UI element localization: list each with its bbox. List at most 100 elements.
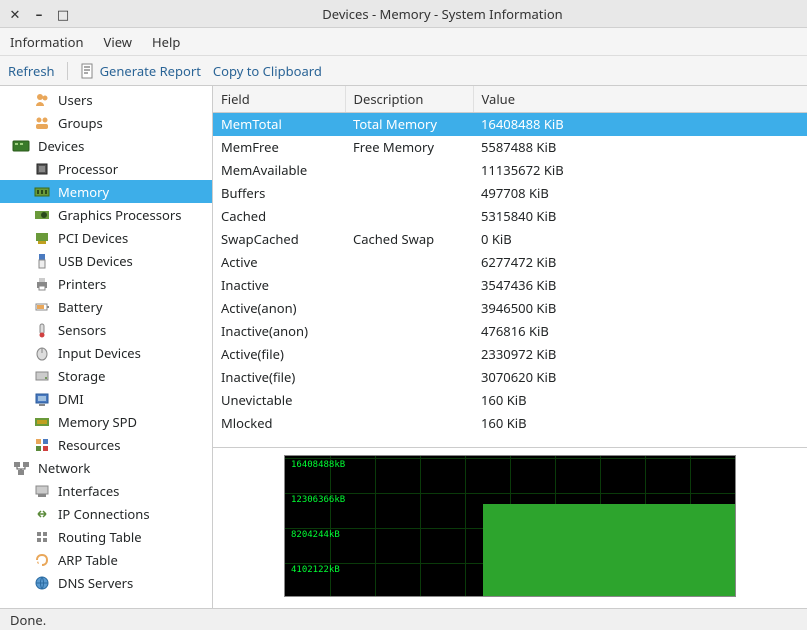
sidebar-item-processor[interactable]: Processor xyxy=(0,157,212,180)
sidebar-item-label: Resources xyxy=(58,436,120,454)
cell-value: 2330972 KiB xyxy=(473,343,807,366)
cell-desc xyxy=(345,182,473,205)
sidebar-item-network[interactable]: Network xyxy=(0,456,212,479)
menu-information[interactable]: Information xyxy=(10,33,84,51)
col-value[interactable]: Value xyxy=(473,86,807,113)
sidebar-item-pci-devices[interactable]: PCI Devices xyxy=(0,226,212,249)
cell-field: Buffers xyxy=(213,182,345,205)
sidebar-item-input-devices[interactable]: Input Devices xyxy=(0,341,212,364)
sidebar-item-devices[interactable]: Devices xyxy=(0,134,212,157)
cell-value: 16408488 KiB xyxy=(473,113,807,136)
sidebar-item-battery[interactable]: Battery xyxy=(0,295,212,318)
storage-icon xyxy=(32,368,52,384)
cell-desc xyxy=(345,205,473,228)
sidebar-item-resources[interactable]: Resources xyxy=(0,433,212,456)
sidebar-item-routing-table[interactable]: Routing Table xyxy=(0,525,212,548)
sidebar-item-printers[interactable]: Printers xyxy=(0,272,212,295)
graph-tick-label: 16408488kB xyxy=(291,460,345,470)
cell-field: Active(anon) xyxy=(213,297,345,320)
table-row[interactable]: Inactive3547436 KiB xyxy=(213,274,807,297)
sidebar-item-label: Input Devices xyxy=(58,344,141,362)
cell-field: MemTotal xyxy=(213,113,345,136)
maximize-icon[interactable]: □ xyxy=(56,7,70,21)
sidebar-item-dmi[interactable]: DMI xyxy=(0,387,212,410)
cell-value: 11135672 KiB xyxy=(473,159,807,182)
content-pane: Field Description Value MemTotalTotal Me… xyxy=(213,86,807,608)
table-row[interactable]: Inactive(anon)476816 KiB xyxy=(213,320,807,343)
cell-value: 5587488 KiB xyxy=(473,136,807,159)
sidebar-item-dns-servers[interactable]: DNS Servers xyxy=(0,571,212,594)
cell-field: Inactive xyxy=(213,274,345,297)
sidebar-item-memory[interactable]: Memory xyxy=(0,180,212,203)
cell-value: 0 KiB xyxy=(473,228,807,251)
sidebar-item-ip-connections[interactable]: IP Connections xyxy=(0,502,212,525)
generate-report-button[interactable]: Generate Report xyxy=(80,62,201,80)
table-row[interactable]: Active(anon)3946500 KiB xyxy=(213,297,807,320)
usb-icon xyxy=(32,253,52,269)
sidebar-item-arp-table[interactable]: ARP Table xyxy=(0,548,212,571)
graph-tick-label: 8204244kB xyxy=(291,530,340,540)
table-row[interactable]: Unevictable160 KiB xyxy=(213,389,807,412)
close-icon[interactable]: ✕ xyxy=(8,7,22,21)
sidebar-item-users[interactable]: Users xyxy=(0,88,212,111)
menu-help[interactable]: Help xyxy=(152,33,180,51)
table-row[interactable]: MemAvailable11135672 KiB xyxy=(213,159,807,182)
generate-report-label: Generate Report xyxy=(100,62,201,80)
sidebar-item-memory-spd[interactable]: Memory SPD xyxy=(0,410,212,433)
resources-icon xyxy=(32,437,52,453)
table-row[interactable]: Active(file)2330972 KiB xyxy=(213,343,807,366)
memory-graph: 16408488kB12306366kB8204244kB4102122kB xyxy=(284,455,736,597)
table-row[interactable]: MemTotalTotal Memory16408488 KiB xyxy=(213,113,807,136)
sidebar-item-interfaces[interactable]: Interfaces xyxy=(0,479,212,502)
cell-field: Inactive(anon) xyxy=(213,320,345,343)
table-row[interactable]: Cached5315840 KiB xyxy=(213,205,807,228)
sidebar-item-sensors[interactable]: Sensors xyxy=(0,318,212,341)
cell-field: Active xyxy=(213,251,345,274)
memory-icon xyxy=(32,184,52,200)
table-row[interactable]: SwapCachedCached Swap0 KiB xyxy=(213,228,807,251)
sidebar-item-label: Groups xyxy=(58,114,103,132)
table-row[interactable]: MemFreeFree Memory5587488 KiB xyxy=(213,136,807,159)
col-description[interactable]: Description xyxy=(345,86,473,113)
cell-value: 160 KiB xyxy=(473,389,807,412)
sidebar-item-label: Memory xyxy=(58,183,109,201)
memory-graph-wrap: 16408488kB12306366kB8204244kB4102122kB xyxy=(213,448,807,608)
sidebar-item-usb-devices[interactable]: USB Devices xyxy=(0,249,212,272)
col-field[interactable]: Field xyxy=(213,86,345,113)
table-row[interactable]: Inactive(file) 3070620 KiB xyxy=(213,366,807,389)
sidebar-item-label: ARP Table xyxy=(58,551,118,569)
sidebar-item-graphics-processors[interactable]: Graphics Processors xyxy=(0,203,212,226)
sidebar-item-groups[interactable]: Groups xyxy=(0,111,212,134)
devices-icon xyxy=(12,138,32,154)
users-icon xyxy=(32,92,52,108)
cell-field: SwapCached xyxy=(213,228,345,251)
graph-tick-label: 12306366kB xyxy=(291,495,345,505)
status-text: Done. xyxy=(10,611,46,629)
gpu-icon xyxy=(32,207,52,223)
sidebar-item-label: DNS Servers xyxy=(58,574,133,592)
minimize-icon[interactable]: – xyxy=(32,7,46,21)
menu-view[interactable]: View xyxy=(104,33,132,51)
route-icon xyxy=(32,529,52,545)
copy-clipboard-button[interactable]: Copy to Clipboard xyxy=(213,62,322,80)
sidebar-item-label: PCI Devices xyxy=(58,229,128,247)
refresh-button[interactable]: Refresh xyxy=(8,62,55,80)
iface-icon xyxy=(32,483,52,499)
memory-table-wrap: Field Description Value MemTotalTotal Me… xyxy=(213,86,807,448)
cell-value: 3070620 KiB xyxy=(473,366,807,389)
main-area: Users Groups DevicesProcessor Memory Graphic… xyxy=(0,86,807,608)
cell-field: Inactive(file) xyxy=(213,366,345,389)
input-icon xyxy=(32,345,52,361)
report-icon xyxy=(80,63,96,79)
battery-icon xyxy=(32,299,52,315)
cell-field: MemFree xyxy=(213,136,345,159)
table-row[interactable]: Buffers497708 KiB xyxy=(213,182,807,205)
sidebar: Users Groups DevicesProcessor Memory Graphic… xyxy=(0,86,213,608)
table-row[interactable]: Mlocked160 KiB xyxy=(213,412,807,435)
sidebar-item-label: Printers xyxy=(58,275,106,293)
sidebar-item-storage[interactable]: Storage xyxy=(0,364,212,387)
cell-desc xyxy=(345,274,473,297)
graph-gridline xyxy=(330,456,331,596)
table-row[interactable]: Active6277472 KiB xyxy=(213,251,807,274)
sidebar-item-label: Graphics Processors xyxy=(58,206,181,224)
